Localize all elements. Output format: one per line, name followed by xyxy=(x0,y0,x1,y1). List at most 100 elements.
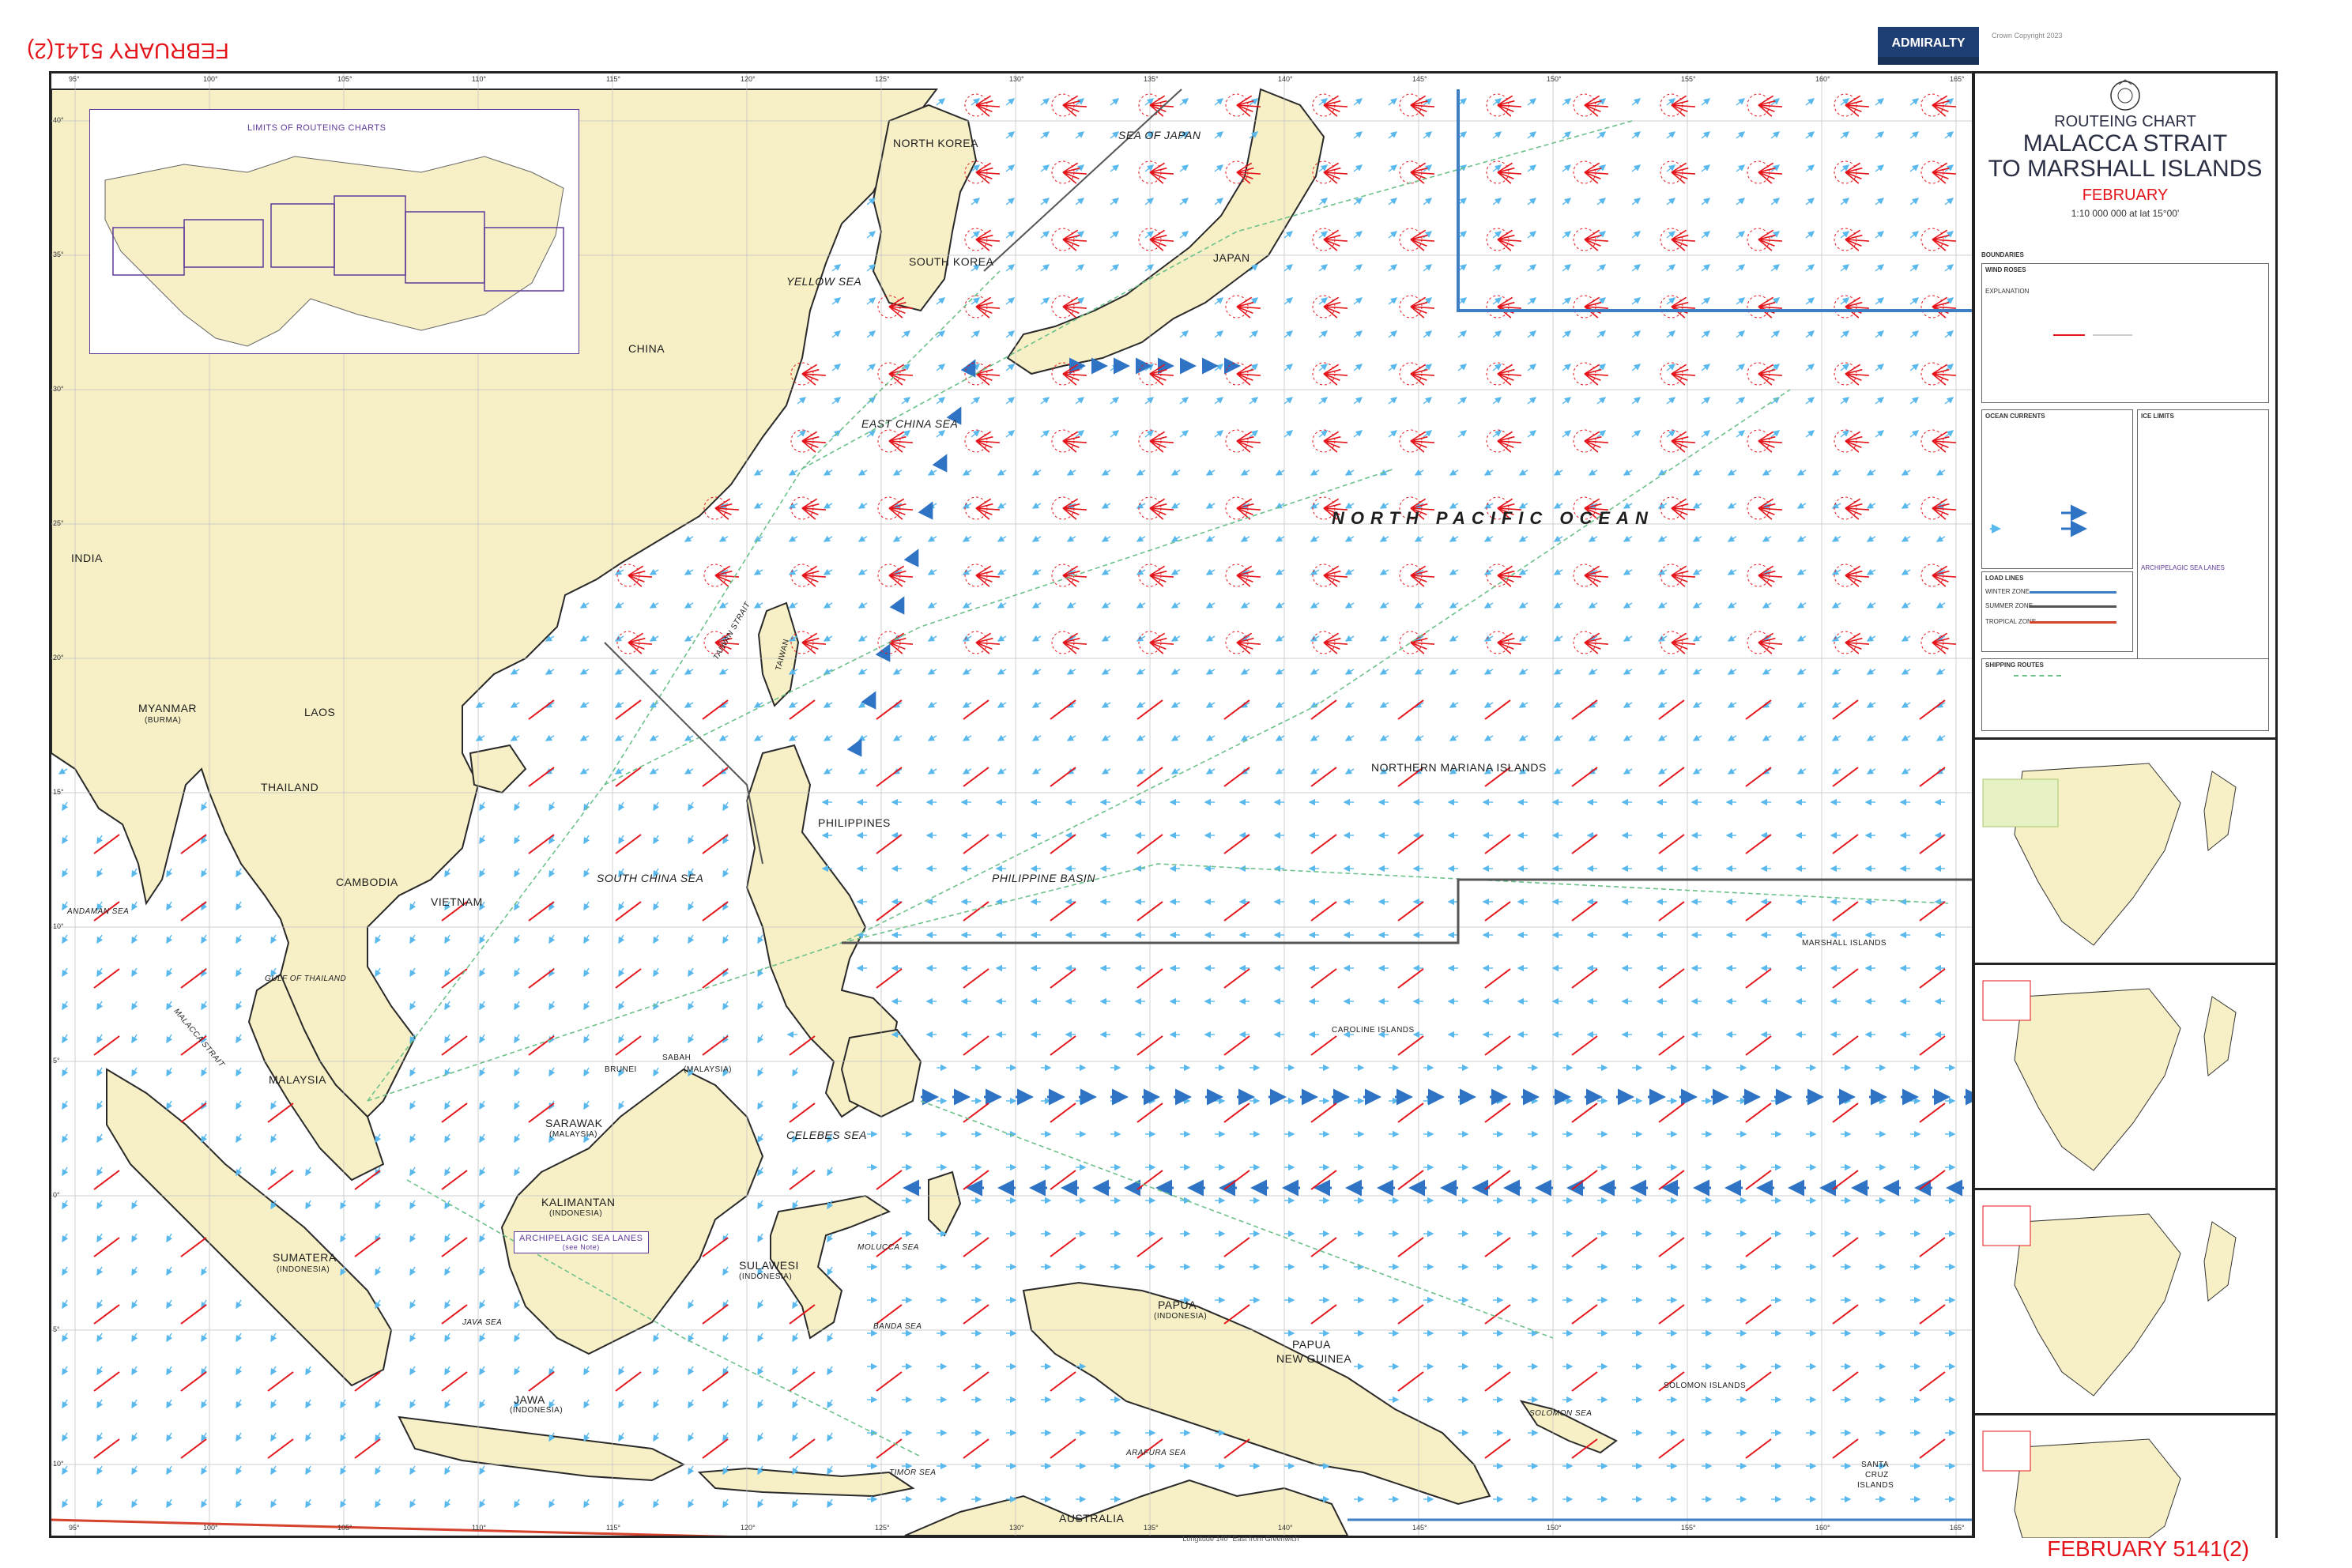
longitude-tick-bottom: 135° xyxy=(1144,1524,1159,1532)
latitude-tick-left: 0° xyxy=(53,1191,60,1199)
wind-scale-bar xyxy=(2053,334,2132,336)
longitude-tick-top: 115° xyxy=(606,75,620,83)
title-month: FEBRUARY xyxy=(2082,187,2169,204)
longitude-tick-bottom: 110° xyxy=(472,1524,486,1532)
copyright-line: Crown Copyright 2023 xyxy=(1992,32,2063,40)
title-line-2: MALACCA STRAIT xyxy=(2022,130,2228,156)
legend-shipping-routes-label: SHIPPING ROUTES xyxy=(1985,662,2044,669)
label-banda-sea: BANDA SEA xyxy=(873,1322,922,1331)
longitude-tick-top: 140° xyxy=(1278,75,1293,83)
label-cambodia: CAMBODIA xyxy=(336,876,398,888)
longitude-tick-top: 160° xyxy=(1815,75,1830,83)
index-map-svg xyxy=(89,109,579,354)
label-sabah-sub: (MALAYSIA) xyxy=(684,1065,732,1074)
longitude-tick-bottom: 115° xyxy=(606,1524,620,1532)
label-sea-of-japan: SEA OF JAPAN xyxy=(1118,129,1201,141)
longitude-tick-top: 95° xyxy=(69,75,80,83)
royal-crest-icon xyxy=(2110,79,2140,111)
shipping-routes-legend-box: SHIPPING ROUTES xyxy=(1981,658,2269,731)
label-sulawesi-sub: (INDONESIA) xyxy=(739,1272,793,1281)
label-myanmar-sub: (BURMA) xyxy=(145,716,182,725)
legend-wind-roses-label: WIND ROSES xyxy=(1985,266,2026,273)
label-south-korea: SOUTH KOREA xyxy=(909,255,994,268)
label-sumatera-sub: (INDONESIA) xyxy=(277,1265,330,1274)
chart-note-block xyxy=(352,91,921,122)
label-jawa: JAWA xyxy=(514,1393,545,1406)
admiralty-logo: ADMIRALTY xyxy=(1878,27,1979,60)
edition-badge-bottom-number: 5141(2) xyxy=(2173,1536,2249,1561)
label-east-china-sea: EAST CHINA SEA xyxy=(861,417,959,430)
edition-badge-bottom-month: FEBRUARY xyxy=(2047,1536,2167,1561)
label-timor-sea: TIMOR SEA xyxy=(889,1468,937,1477)
label-papua-sub: (INDONESIA) xyxy=(1154,1312,1208,1321)
legend-summer-zone: SUMMER ZONE xyxy=(1985,602,2033,609)
latitude-tick-left: 25° xyxy=(53,519,64,527)
label-sarawak: SARAWAK xyxy=(545,1117,603,1129)
label-andaman-sea: ANDAMAN SEA xyxy=(67,907,130,916)
label-santa-cruz-1: SANTA xyxy=(1861,1461,1890,1469)
longitude-tick-top: 135° xyxy=(1144,75,1159,83)
inset-map-4 xyxy=(1975,1413,2275,1538)
legend-explanation-label: EXPLANATION xyxy=(1985,288,2030,295)
longitude-tick-top: 165° xyxy=(1950,75,1965,83)
legend-winter-zone: WINTER ZONE xyxy=(1985,588,2030,595)
latitude-tick-left: 15° xyxy=(53,788,64,796)
label-india: INDIA xyxy=(71,552,103,564)
label-santa-cruz-3: ISLANDS xyxy=(1857,1481,1894,1490)
label-australia: AUSTRALIA xyxy=(1059,1512,1125,1525)
latitude-tick-left: 20° xyxy=(53,654,64,662)
legend-side-panel: ROUTEING CHART MALACCA STRAIT TO MARSHAL… xyxy=(1973,71,2278,1538)
longitude-tick-top: 130° xyxy=(1009,75,1024,83)
inset-map-4-svg xyxy=(1982,1430,2181,1538)
tropical-zone-swatch xyxy=(2030,621,2116,624)
index-map-title: LIMITS OF ROUTEING CHARTS xyxy=(247,123,386,133)
chart-title-block: ROUTEING CHART MALACCA STRAIT TO MARSHAL… xyxy=(1975,113,2275,219)
inset-map-2 xyxy=(1975,963,2275,1186)
label-yellow-sea: YELLOW SEA xyxy=(786,275,862,288)
edition-badge-top-number: 5141(2) xyxy=(27,39,104,63)
title-line-3: TO MARSHALL ISLANDS xyxy=(1988,156,2263,182)
longitude-tick-bottom: 140° xyxy=(1278,1524,1293,1532)
longitude-tick-top: 150° xyxy=(1547,75,1562,83)
longitude-tick-top: 145° xyxy=(1412,75,1427,83)
longitude-tick-bottom: 95° xyxy=(69,1524,80,1532)
longitude-tick-top: 120° xyxy=(741,75,756,83)
longitude-tick-bottom: 100° xyxy=(203,1524,218,1532)
longitude-tick-top: 110° xyxy=(472,75,486,83)
label-northern-mariana-islands: NORTHERN MARIANA ISLANDS xyxy=(1371,761,1547,774)
latitude-tick-left: 5° xyxy=(53,1325,60,1333)
label-caroline-islands: CAROLINE ISLANDS xyxy=(1332,1026,1415,1035)
label-solomon-islands: SOLOMON ISLANDS xyxy=(1664,1381,1747,1390)
label-arafura-sea: ARAFURA SEA xyxy=(1126,1449,1186,1457)
legend-ice-limits-label: ICE LIMITS xyxy=(2141,413,2174,420)
label-kalimantan: KALIMANTAN xyxy=(541,1196,616,1208)
title-line-1: ROUTEING CHART xyxy=(2054,113,2196,130)
inset-map-1-svg xyxy=(1982,763,2237,946)
label-solomon-sea: SOLOMON SEA xyxy=(1529,1409,1592,1418)
label-celebes-sea: CELEBES SEA xyxy=(786,1129,867,1141)
latitude-tick-left: 35° xyxy=(53,251,64,258)
inset-map-2-svg xyxy=(1982,980,2237,1171)
label-north-korea: NORTH KOREA xyxy=(893,137,978,149)
edition-badge-bottom: FEBRUARY 5141(2) xyxy=(2047,1536,2249,1562)
inset-map-3-svg xyxy=(1982,1205,2237,1396)
longitude-tick-top: 125° xyxy=(875,75,890,83)
archipelagic-see-note: (see Note) xyxy=(562,1243,600,1251)
chart-frame: LIMITS OF ROUTEING CHARTS NORTH KOREA SO… xyxy=(49,71,1974,1538)
label-philippines: PHILIPPINES xyxy=(818,816,891,829)
inset-map-3 xyxy=(1975,1188,2275,1412)
footer-longitude-note: Longitude 140° East from Greenwich xyxy=(1182,1535,1299,1543)
label-marshall-islands: MARSHALL ISLANDS xyxy=(1802,939,1887,948)
longitude-tick-top: 100° xyxy=(203,75,218,83)
legend-boundaries-label: BOUNDARIES xyxy=(1981,251,2024,258)
longitude-tick-bottom: 130° xyxy=(1009,1524,1024,1532)
longitude-tick-bottom: 125° xyxy=(875,1524,890,1532)
latitude-tick-left: 10° xyxy=(53,1460,64,1468)
label-myanmar: MYANMAR xyxy=(138,702,198,714)
label-gulf-of-thailand: GULF OF THAILAND xyxy=(265,974,347,983)
longitude-tick-bottom: 160° xyxy=(1815,1524,1830,1532)
label-north-pacific-ocean: NORTH PACIFIC OCEAN xyxy=(1332,508,1654,528)
label-molucca-sea: MOLUCCA SEA xyxy=(858,1243,919,1252)
label-brunei: BRUNEI xyxy=(605,1065,637,1074)
latitude-tick-left: 30° xyxy=(53,385,64,393)
